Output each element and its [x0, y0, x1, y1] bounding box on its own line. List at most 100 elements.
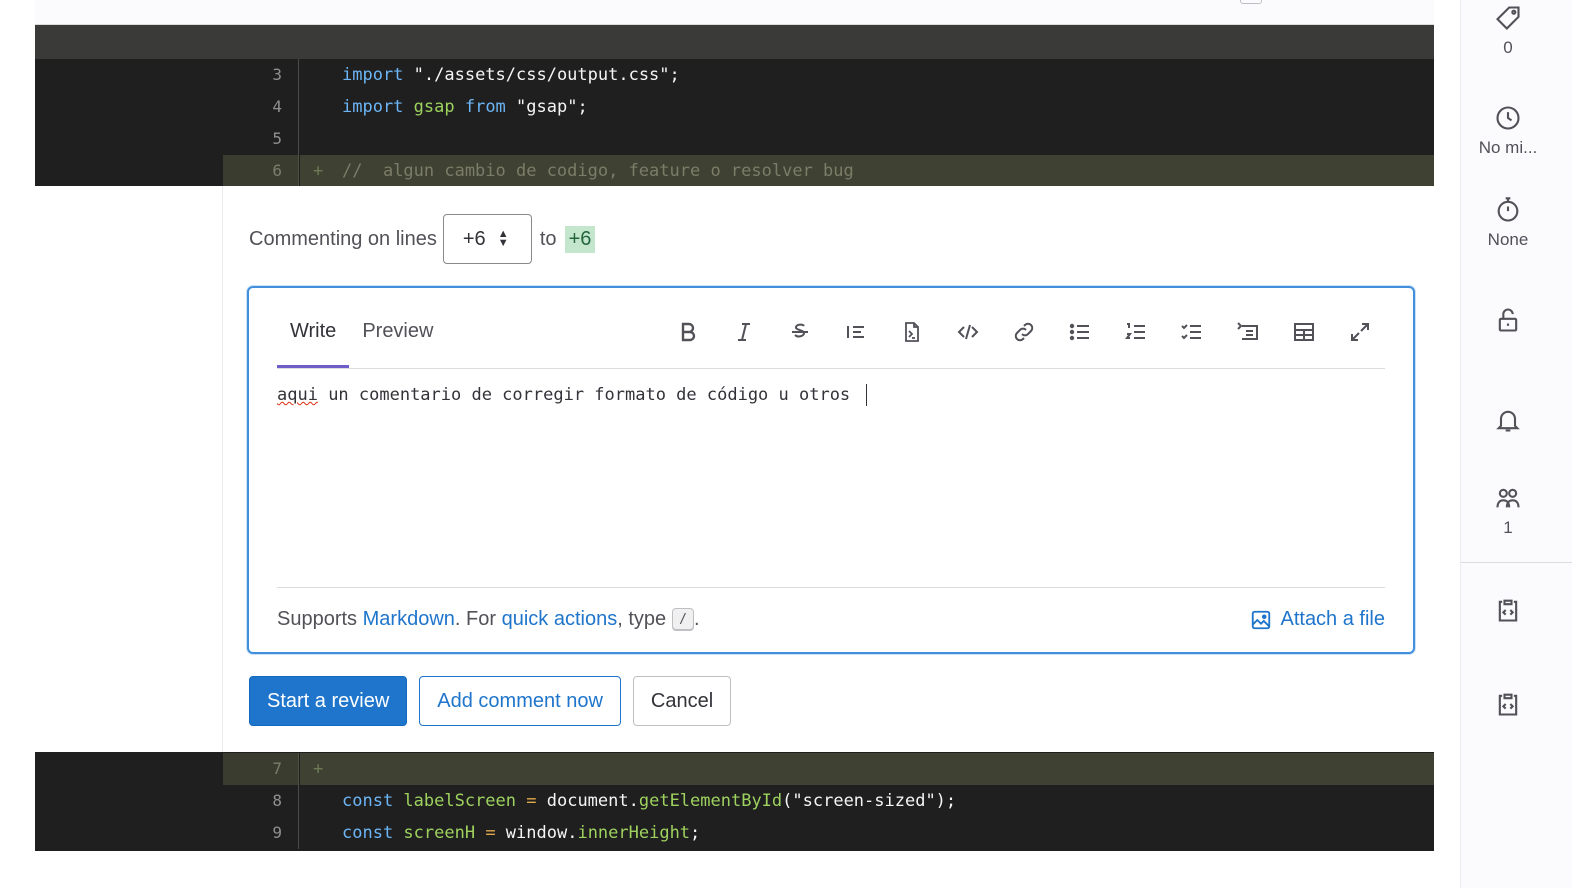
collapsible-icon[interactable] — [1225, 314, 1271, 350]
comment-form: Commenting on lines +6 ▲ ▼ to +6 Write Pr… — [222, 186, 1434, 752]
added-line-marker: + — [313, 759, 324, 779]
diff-file-toolbar — [35, 0, 1434, 25]
users-icon — [1496, 488, 1520, 508]
text-caret — [866, 384, 868, 406]
checkbox-icon[interactable] — [1240, 0, 1262, 4]
participants-count: 1 — [1503, 518, 1513, 537]
code-token: labelScreen — [393, 791, 527, 811]
quote-icon[interactable] — [833, 314, 879, 350]
attach-file-label: Attach a file — [1280, 608, 1385, 630]
sidebar-lock[interactable] — [1461, 306, 1555, 340]
markdown-link[interactable]: Markdown — [363, 608, 455, 631]
diff-line: 5 — [35, 123, 1434, 155]
code-token: // algun cambio de codigo, feature o res… — [342, 161, 854, 181]
right-sidebar: 0 No mi... None 1 — [1460, 0, 1572, 888]
comment-textarea[interactable]: aqui un comentario de corregir formato d… — [277, 384, 1385, 574]
copy-reference-icon — [1498, 599, 1518, 622]
line-number[interactable]: 8 — [223, 785, 299, 817]
code-token: gsap — [403, 97, 465, 117]
tab-divider — [277, 368, 1385, 369]
numbered-list-icon[interactable] — [1113, 314, 1159, 350]
code-token: document. — [536, 791, 639, 811]
line-number[interactable]: 9 — [223, 817, 299, 849]
code-token: ; — [690, 823, 701, 843]
start-line-select[interactable]: +6 ▲ ▼ — [442, 214, 532, 264]
line-number[interactable]: 5 — [223, 123, 299, 155]
comment-text: un comentario de corregir formato de cód… — [317, 385, 861, 405]
page-bottom — [0, 851, 1460, 888]
code-token: window. — [495, 823, 578, 843]
task-list-icon[interactable] — [1169, 314, 1215, 350]
code-token: = — [526, 791, 537, 811]
start-review-button[interactable]: Start a review — [249, 676, 408, 726]
line-number[interactable]: 7 — [223, 753, 299, 785]
diff-line: 9 const screenH = window.innerHeight; — [35, 817, 1434, 849]
table-icon[interactable] — [1281, 314, 1327, 350]
diff-line: 3 import "./assets/css/output.css"; — [35, 59, 1434, 91]
bold-icon[interactable] — [665, 314, 711, 350]
comment-line-range: Commenting on lines +6 ▲ ▼ to +6 — [249, 214, 596, 264]
timer-icon — [1497, 197, 1519, 222]
line-number[interactable]: 4 — [223, 91, 299, 123]
comment-actions: Start a review Add comment now Cancel — [249, 676, 732, 726]
code-token: innerHeight — [577, 823, 691, 843]
sidebar-copy-email[interactable] — [1461, 690, 1555, 724]
strikethrough-icon[interactable] — [777, 314, 823, 350]
sidebar-labels[interactable]: 0 — [1461, 4, 1555, 58]
line-code: const labelScreen = document.getElementB… — [300, 785, 1434, 817]
italic-icon[interactable] — [721, 314, 767, 350]
end-line-badge: +6 — [564, 225, 596, 253]
add-comment-now-button[interactable]: Add comment now — [419, 676, 621, 726]
code-token: import — [342, 97, 404, 117]
sidebar-copy-reference[interactable] — [1461, 596, 1555, 630]
milestone-value: No mi... — [1478, 138, 1538, 157]
suggestion-icon[interactable] — [889, 314, 935, 350]
code-icon[interactable] — [945, 314, 991, 350]
markdown-help: Supports Markdown. For quick actions, ty… — [277, 608, 700, 631]
code-token: const — [342, 823, 394, 843]
line-number[interactable]: 3 — [223, 59, 299, 91]
to-label: to — [539, 227, 557, 250]
diff-line: 7 + — [35, 753, 1434, 785]
supports-label: Supports — [277, 608, 358, 630]
tab-write[interactable]: Write — [277, 302, 350, 368]
lock-open-icon — [1498, 308, 1518, 332]
line-code — [300, 753, 1434, 785]
diff-line: 6 // algun cambio de codigo, feature o re… — [35, 155, 1434, 187]
added-line-marker: + — [313, 161, 324, 181]
label-icon — [1496, 6, 1520, 30]
tab-preview[interactable]: Preview — [349, 302, 446, 368]
commenting-on-lines-label: Commenting on lines — [249, 227, 437, 250]
editor-tabs: Write Preview — [277, 302, 446, 368]
code-token: "./assets/css/output.css"; — [403, 65, 680, 85]
line-number[interactable]: 6 — [223, 155, 299, 187]
copy-email-icon — [1498, 693, 1518, 716]
clock-icon — [1496, 106, 1520, 130]
sidebar-milestone[interactable]: No mi... — [1461, 104, 1555, 158]
sidebar-participants[interactable]: 1 — [1461, 484, 1555, 538]
code-token: import — [342, 65, 404, 85]
diff-code-top: 3 import "./assets/css/output.css"; 4 impor… — [35, 59, 1434, 187]
help-period: . — [693, 608, 700, 630]
line-code: import gsap from "gsap"; — [300, 91, 1434, 123]
code-token: ("screen-sized"); — [782, 791, 957, 811]
sidebar-notifications[interactable] — [1461, 406, 1555, 440]
cancel-button[interactable]: Cancel — [632, 676, 732, 726]
bullet-list-icon[interactable] — [1057, 314, 1103, 350]
code-token: screenH — [393, 823, 486, 843]
fullscreen-icon[interactable] — [1337, 314, 1383, 350]
sidebar-time-tracking[interactable]: None — [1461, 196, 1555, 250]
select-arrows-icon: ▲ ▼ — [497, 228, 509, 249]
link-icon[interactable] — [1001, 314, 1047, 350]
quick-actions-link[interactable]: quick actions — [502, 608, 618, 631]
attach-file-button[interactable]: Attach a file — [1250, 608, 1385, 631]
diff-line: 8 const labelScreen = document.getElement… — [35, 785, 1434, 817]
diff-file-header — [35, 25, 1434, 59]
start-line-value: +6 — [462, 227, 486, 250]
diff-line: 4 import gsap from "gsap"; — [35, 91, 1434, 123]
time-tracking-value: None — [1487, 230, 1529, 249]
misspelled-word: aqui — [277, 385, 318, 405]
line-code — [300, 123, 1434, 155]
for-label: . For — [454, 608, 497, 630]
image-icon — [1252, 610, 1271, 629]
